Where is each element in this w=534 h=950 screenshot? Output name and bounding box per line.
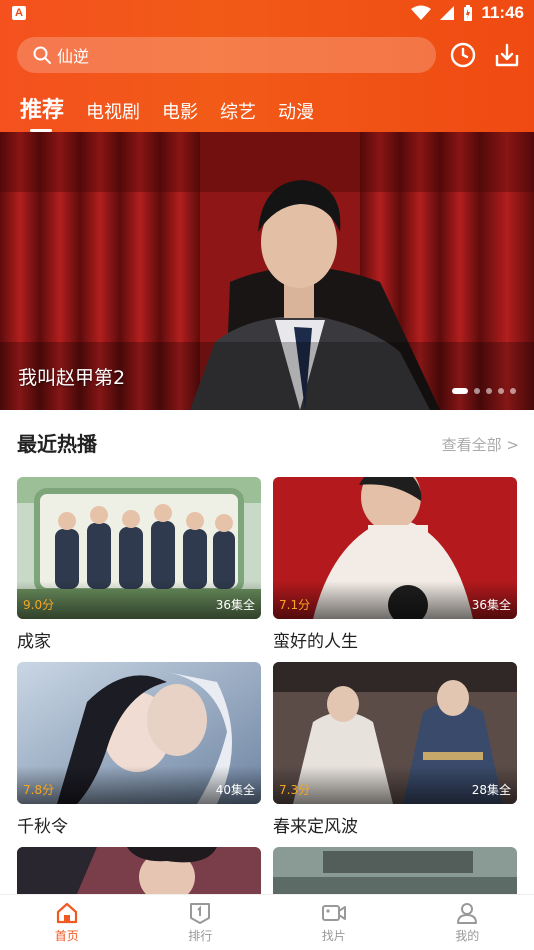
- nav-find-videos[interactable]: 找片: [267, 895, 401, 950]
- section-title: 最近热播: [17, 432, 97, 456]
- status-time: 11:46: [481, 3, 524, 22]
- carousel-dots: [452, 388, 516, 394]
- show-title[interactable]: 千秋令: [17, 812, 261, 837]
- show-card[interactable]: 7.3分 28集全 春来定风波: [273, 662, 517, 837]
- carousel-dot[interactable]: [498, 388, 504, 394]
- rating-score: 7.1分: [279, 598, 311, 612]
- status-indicators: 11:46: [411, 3, 524, 23]
- tab-variety[interactable]: 综艺: [220, 98, 256, 124]
- nav-home[interactable]: 首页: [0, 895, 134, 950]
- episode-count: 28集全: [471, 783, 511, 797]
- history-button[interactable]: [447, 39, 479, 71]
- nav-label: 找片: [321, 929, 346, 943]
- carousel-dot[interactable]: [452, 388, 468, 394]
- nav-label: 首页: [54, 929, 79, 943]
- search-query: 仙逆: [57, 47, 90, 66]
- carousel-dot[interactable]: [474, 388, 480, 394]
- wifi-icon: [411, 5, 432, 20]
- tab-movies[interactable]: 电影: [162, 98, 198, 124]
- show-title[interactable]: 成家: [17, 627, 261, 652]
- show-card[interactable]: 7.8分 40集全 千秋令: [17, 662, 261, 837]
- ranking-icon: [190, 903, 211, 924]
- carousel-dot[interactable]: [486, 388, 492, 394]
- show-poster[interactable]: 7.8分 40集全: [17, 662, 261, 804]
- recent-hot-header: 最近热播 查看全部 >: [17, 428, 519, 458]
- download-button[interactable]: [491, 39, 523, 71]
- show-poster[interactable]: 9.0分 36集全: [17, 477, 261, 619]
- tab-anime[interactable]: 动漫: [278, 98, 314, 124]
- show-title[interactable]: 蛮好的人生: [273, 627, 517, 652]
- rating-score: 7.8分: [23, 783, 55, 797]
- hero-banner[interactable]: 我叫赵甲第2: [0, 132, 534, 410]
- tab-recommended[interactable]: 推荐: [20, 92, 64, 132]
- episode-count: 36集全: [215, 598, 255, 612]
- nav-label: 我的: [455, 929, 480, 943]
- show-poster[interactable]: 7.3分 28集全: [273, 662, 517, 804]
- banner-title: 我叫赵甲第2: [18, 367, 126, 389]
- show-card[interactable]: 9.0分 36集全 成家: [17, 477, 261, 652]
- battery-icon: [464, 4, 473, 21]
- nav-profile[interactable]: 我的: [401, 895, 534, 950]
- category-tabs: 推荐 电视剧 电影 综艺 动漫: [20, 84, 314, 132]
- bottom-navigation: 首页 排行 找片 我的: [0, 894, 534, 950]
- poster-image: [273, 847, 517, 894]
- nav-label: 排行: [188, 929, 213, 943]
- download-icon: [495, 43, 519, 67]
- episode-count: 36集全: [471, 598, 511, 612]
- search-icon: [33, 46, 51, 64]
- status-bar: A 11:46: [0, 0, 534, 28]
- nav-ranking[interactable]: 排行: [134, 895, 268, 950]
- poster-image: [17, 847, 261, 894]
- tab-tv-series[interactable]: 电视剧: [86, 98, 140, 124]
- show-poster[interactable]: [17, 847, 261, 894]
- show-poster[interactable]: 7.1分 36集全: [273, 477, 517, 619]
- app-header: A 11:46 仙逆 推荐 电视剧 电影 综艺 动漫: [0, 0, 534, 132]
- rating-score: 9.0分: [23, 598, 55, 612]
- app-notification-icon: A: [12, 6, 26, 20]
- home-icon: [56, 902, 77, 924]
- show-poster[interactable]: [273, 847, 517, 894]
- search-row: 仙逆: [17, 37, 523, 75]
- search-input[interactable]: 仙逆: [17, 37, 436, 73]
- rating-score: 7.3分: [279, 783, 311, 797]
- show-title[interactable]: 春来定风波: [273, 812, 517, 837]
- view-all-link[interactable]: 查看全部 >: [442, 434, 519, 455]
- show-card[interactable]: 7.1分 36集全 蛮好的人生: [273, 477, 517, 652]
- clock-icon: [450, 42, 476, 68]
- episode-count: 40集全: [215, 783, 255, 797]
- carousel-dot[interactable]: [510, 388, 516, 394]
- signal-icon: [440, 6, 455, 20]
- show-card[interactable]: [17, 847, 261, 894]
- show-card[interactable]: [273, 847, 517, 894]
- video-camera-icon: [321, 905, 346, 921]
- user-icon: [457, 903, 478, 924]
